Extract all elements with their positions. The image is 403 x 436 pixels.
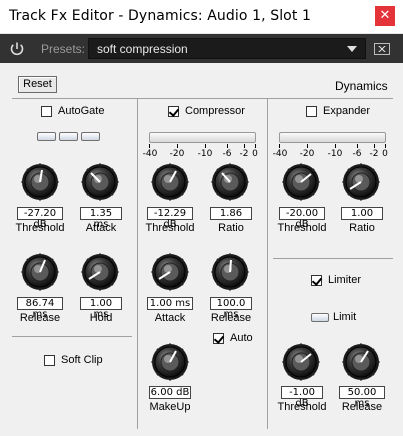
scale-tick-label: -6	[222, 149, 232, 159]
scale-tick-label: -10	[327, 149, 343, 159]
auto-label: Auto	[230, 332, 253, 344]
softclip-label: Soft Clip	[61, 354, 103, 366]
limiter-threshold-value[interactable]: -1.00 dB	[281, 386, 323, 409]
window-title: Track Fx Editor - Dynamics: Audio 1, Slo…	[9, 8, 311, 24]
comp-release-label: Release	[210, 312, 252, 324]
scale-tick-label: -2	[239, 149, 249, 159]
dynamics-panel: Reset Dynamics AutoGate -27.20 dB Thresh…	[0, 63, 403, 436]
comp-attack-label: Attack	[154, 312, 186, 324]
scale-tick-label: -20	[169, 149, 185, 159]
expander-divider	[273, 258, 393, 259]
compressor-box[interactable]	[168, 105, 179, 117]
expander-meter	[279, 132, 386, 143]
comp-attack-knob[interactable]	[151, 253, 189, 291]
gate-release-label: Release	[19, 312, 61, 324]
chevron-down-icon	[347, 46, 357, 52]
gate-threshold-label: Threshold	[15, 222, 65, 234]
gate-button-2[interactable]	[59, 132, 78, 141]
compressor-scale: -40 -20 -10 -6 -2 0	[143, 144, 258, 159]
comp-threshold-value[interactable]: -12.29 dB	[147, 207, 193, 230]
close-button[interactable]: ✕	[375, 6, 395, 26]
title-bar: Track Fx Editor - Dynamics: Audio 1, Slo…	[0, 0, 403, 34]
limiter-checkbox[interactable]: Limiter	[311, 274, 361, 286]
scale-tick-label: -10	[197, 149, 213, 159]
comp-ratio-label: Ratio	[218, 222, 244, 234]
autogate-box[interactable]	[41, 105, 52, 117]
exp-threshold-value[interactable]: -20.00 dB	[279, 207, 325, 230]
presets-label: Presets:	[41, 42, 86, 56]
divider-right	[267, 99, 268, 429]
scale-tick-label: -40	[142, 149, 158, 159]
expander-label: Expander	[323, 105, 371, 117]
preset-value: soft compression	[97, 42, 188, 56]
softclip-box[interactable]	[44, 354, 55, 366]
gate-button-3[interactable]	[81, 132, 100, 141]
exp-threshold-knob[interactable]	[282, 163, 320, 201]
gate-attack-label: Attack	[85, 222, 117, 234]
limit-label: Limit	[333, 311, 357, 323]
gate-hold-value[interactable]: 1.00 ms	[80, 297, 122, 320]
power-icon[interactable]	[8, 40, 26, 58]
comp-makeup-label: MakeUp	[149, 401, 191, 413]
limiter-release-knob[interactable]	[342, 343, 380, 381]
exp-ratio-label: Ratio	[349, 222, 375, 234]
divider-left	[137, 99, 138, 429]
comp-release-value[interactable]: 100.0 ms	[210, 297, 252, 320]
auto-checkbox[interactable]: Auto	[213, 332, 253, 344]
limiter-threshold-knob[interactable]	[282, 343, 320, 381]
scale-tick-label: 0	[252, 149, 258, 159]
gate-attack-knob[interactable]	[81, 163, 119, 201]
gate-hold-knob[interactable]	[81, 253, 119, 291]
gate-threshold-knob[interactable]	[21, 163, 59, 201]
gate-release-value[interactable]: 86.74 ms	[17, 297, 63, 320]
expander-checkbox[interactable]: Expander	[306, 105, 370, 117]
comp-makeup-value[interactable]: 6.00 dB	[149, 386, 191, 399]
expander-box[interactable]	[306, 105, 317, 117]
preset-menu-icon[interactable]	[374, 43, 390, 55]
gate-threshold-value[interactable]: -27.20 dB	[17, 207, 63, 230]
scale-tick-label: -20	[299, 149, 315, 159]
comp-makeup-knob[interactable]	[151, 343, 189, 381]
scale-tick-label: 0	[382, 149, 388, 159]
compressor-label: Compressor	[185, 105, 245, 117]
scale-tick-label: -40	[272, 149, 288, 159]
auto-box[interactable]	[213, 332, 224, 344]
autogate-label: AutoGate	[58, 105, 105, 117]
gate-button-1[interactable]	[37, 132, 56, 141]
softclip-checkbox[interactable]: Soft Clip	[44, 354, 103, 366]
top-divider	[12, 98, 393, 99]
exp-ratio-knob[interactable]	[342, 163, 380, 201]
comp-release-knob[interactable]	[211, 253, 249, 291]
comp-threshold-knob[interactable]	[151, 163, 189, 201]
comp-ratio-knob[interactable]	[211, 163, 249, 201]
comp-ratio-value[interactable]: 1.86	[210, 207, 252, 220]
gate-hold-label: Hold	[89, 312, 113, 324]
panel-title: Dynamics	[335, 79, 388, 93]
autogate-checkbox[interactable]: AutoGate	[41, 105, 104, 117]
limit-button[interactable]	[311, 313, 329, 322]
comp-threshold-label: Threshold	[145, 222, 195, 234]
gate-divider	[12, 336, 132, 337]
preset-dropdown[interactable]: soft compression	[88, 38, 366, 59]
compressor-meter	[149, 132, 256, 143]
presets-bar: Presets: soft compression	[0, 34, 403, 63]
limiter-box[interactable]	[311, 274, 322, 286]
limiter-release-value[interactable]: 50.00 ms	[339, 386, 385, 409]
gate-attack-value[interactable]: 1.35 ms	[80, 207, 122, 230]
expander-scale: -40 -20 -10 -6 -2 0	[273, 144, 388, 159]
scale-tick-label: -6	[352, 149, 362, 159]
limiter-release-label: Release	[341, 401, 383, 413]
comp-attack-value[interactable]: 1.00 ms	[147, 297, 193, 310]
limiter-threshold-label: Threshold	[277, 401, 327, 413]
gate-release-knob[interactable]	[21, 253, 59, 291]
compressor-checkbox[interactable]: Compressor	[168, 105, 245, 117]
reset-button[interactable]: Reset	[18, 76, 57, 93]
limiter-label: Limiter	[328, 274, 362, 286]
exp-threshold-label: Threshold	[277, 222, 327, 234]
exp-ratio-value[interactable]: 1.00	[341, 207, 383, 220]
scale-tick-label: -2	[369, 149, 379, 159]
